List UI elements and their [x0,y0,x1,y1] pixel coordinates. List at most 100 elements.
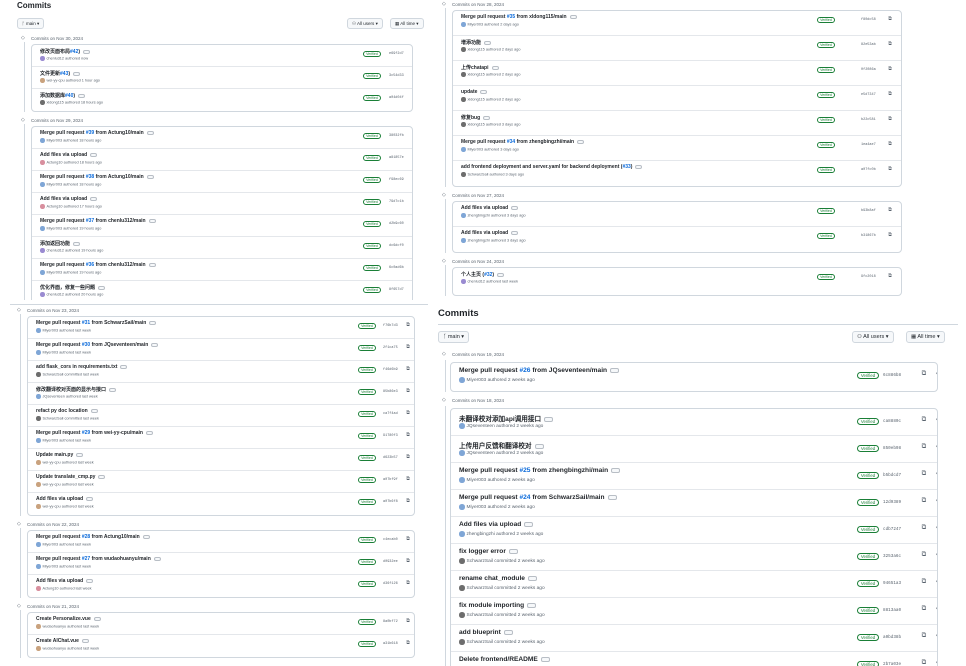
avatar[interactable] [459,450,465,456]
author-link[interactable]: Miyer003 [43,438,59,442]
commit-row[interactable]: Update translate_cmp.py wei-yy-cpu author… [28,471,414,493]
copy-icon[interactable]: ⧉ [404,322,412,328]
verified-badge[interactable]: Verified [358,641,376,647]
commit-title[interactable]: 未翻译校对添加api调用接口 [459,413,554,423]
commit-message[interactable]: 优化界面，修复一些问题 [40,285,95,291]
avatar[interactable] [40,226,45,231]
commit-title[interactable]: 修改翻译校对页面的显示与接口 [36,386,117,393]
verified-badge[interactable]: Verified [358,389,376,395]
copy-icon[interactable]: ⧉ [404,366,412,372]
avatar[interactable] [36,542,41,547]
commit-row[interactable]: Merge pull request #30 from JQseventeen/… [28,339,414,361]
commit-message[interactable]: Add files via upload [459,521,521,528]
commit-row[interactable]: Create AIChat.vue wudaohuanyu authored la… [28,635,414,657]
author-link[interactable]: chenlu312 [47,56,65,60]
commit-message-suffix[interactable]: from Actung10/main [90,534,140,540]
copy-icon[interactable]: ⧉ [886,207,894,213]
pull-request-link[interactable]: #27 [82,556,90,562]
avatar[interactable] [461,22,466,27]
commit-message-suffix[interactable]: from JQseventeen/main [530,367,607,374]
verified-badge[interactable]: Verified [363,243,381,249]
ellipsis-icon[interactable] [508,548,518,554]
author-link[interactable]: wei-yy-cpu [43,482,61,486]
commit-sha-link[interactable]: a31b618 [383,642,398,646]
verified-badge[interactable]: Verified [358,537,376,543]
author-link[interactable]: zhengbingzhi [468,238,490,242]
copy-icon[interactable]: ⧉ [886,66,894,72]
verified-badge[interactable]: Verified [363,73,381,79]
ellipsis-icon[interactable] [90,152,98,157]
ellipsis-icon[interactable] [73,71,81,76]
copy-icon[interactable]: ⧉ [886,91,894,97]
commit-row[interactable]: Update main.py wei-yy-cpu authored last w… [28,449,414,471]
verified-badge[interactable]: Verified [857,607,879,614]
commit-message[interactable]: Merge pull request [40,130,86,136]
code-browse-icon[interactable]: ‹› [933,370,937,377]
verified-badge[interactable]: Verified [358,559,376,565]
commit-title[interactable]: fix module importing [459,602,537,609]
author-link[interactable]: Miyer003 [43,328,59,332]
commit-row[interactable]: Add files via upload Actung10 authored 18… [32,149,412,171]
commit-message[interactable]: 未翻译校对添加api调用接口 [459,416,541,423]
copy-icon[interactable]: ⧉ [404,558,412,564]
commit-title[interactable]: Merge pull request #28 from Actung10/mai… [36,534,150,540]
commit-row[interactable]: 上传chatapi xldong115 authored 2 days ago Ve… [453,61,901,86]
avatar[interactable] [36,482,41,487]
ellipsis-icon[interactable] [98,474,106,479]
commit-row[interactable]: Merge pull request #31 from SchwarzSail/… [28,317,414,339]
avatar[interactable] [36,460,41,465]
ellipsis-icon[interactable] [76,452,84,457]
commit-message[interactable]: Add files via upload [461,205,508,211]
ellipsis-icon[interactable] [607,494,617,500]
pull-request-link[interactable]: #37 [86,218,94,224]
ellipsis-icon[interactable] [149,320,157,325]
commit-title[interactable]: add frontend deployment and server.yaml … [461,164,643,170]
avatar[interactable] [36,438,41,443]
code-browse-icon[interactable]: ‹› [933,443,937,450]
commit-message-suffix[interactable]: from wei-yy-cpu/main [90,430,143,436]
author-link[interactable]: Actung10 [43,586,59,590]
commit-message[interactable]: 修改翻译校对页面的显示与接口 [36,387,106,393]
author-link[interactable]: xldong115 [47,100,64,104]
author-link[interactable]: Miyer003 [467,378,487,383]
copy-icon[interactable]: ⧉ [886,232,894,238]
commit-sha-link[interactable]: ca7f4ad [383,412,398,416]
avatar[interactable] [461,213,466,218]
commit-row[interactable]: rename chat_module SchwarzSail committed … [451,571,937,598]
verified-badge[interactable]: Verified [857,472,879,479]
verified-badge[interactable]: Verified [363,177,381,183]
time-filter[interactable]: ▦ All time ▾ [390,18,424,29]
author-link[interactable]: Miyer003 [468,22,484,26]
commit-row[interactable]: Merge pull request #36 from chenlu312/ma… [32,259,412,281]
commit-title[interactable]: Create AIChat.vue [36,638,89,644]
branch-select[interactable]: ᚴ main ▾ [438,331,470,343]
commit-message[interactable]: Add files via upload [40,196,87,202]
commit-title[interactable]: 上传用户反馈和翻译校对 [459,440,544,450]
verified-badge[interactable]: Verified [363,265,381,271]
commit-message[interactable]: Merge pull request [40,262,86,268]
commit-title[interactable]: add flask_cors in requirements.txt [36,364,128,370]
copy-icon[interactable]: ⧉ [404,432,412,438]
avatar[interactable] [40,204,45,209]
ellipsis-icon[interactable] [544,416,554,422]
commit-row[interactable]: refact py doc location SchwarzSail commit… [28,405,414,427]
copy-icon[interactable]: ⧉ [919,659,929,666]
branch-select[interactable]: ᚴ main ▾ [17,18,45,29]
commit-message[interactable]: rename chat_module [459,575,525,582]
pull-request-link[interactable]: #36 [86,262,94,268]
author-link[interactable]: xldong115 [468,97,485,101]
avatar[interactable] [36,328,41,333]
verified-badge[interactable]: Verified [363,287,381,293]
ellipsis-icon[interactable] [483,115,491,120]
avatar[interactable] [459,504,465,510]
verified-badge[interactable]: Verified [358,323,376,329]
commit-sha-link[interactable]: a0bd38b [883,635,901,640]
ellipsis-icon[interactable] [540,656,550,662]
commit-message[interactable]: Add files via upload [36,578,83,584]
avatar[interactable] [461,147,466,152]
commit-message[interactable]: update [461,89,477,95]
avatar[interactable] [461,238,466,243]
commit-title[interactable]: 修改页面布局#42) [40,48,91,55]
copy-icon[interactable]: ⧉ [919,605,929,613]
avatar[interactable] [459,558,465,564]
